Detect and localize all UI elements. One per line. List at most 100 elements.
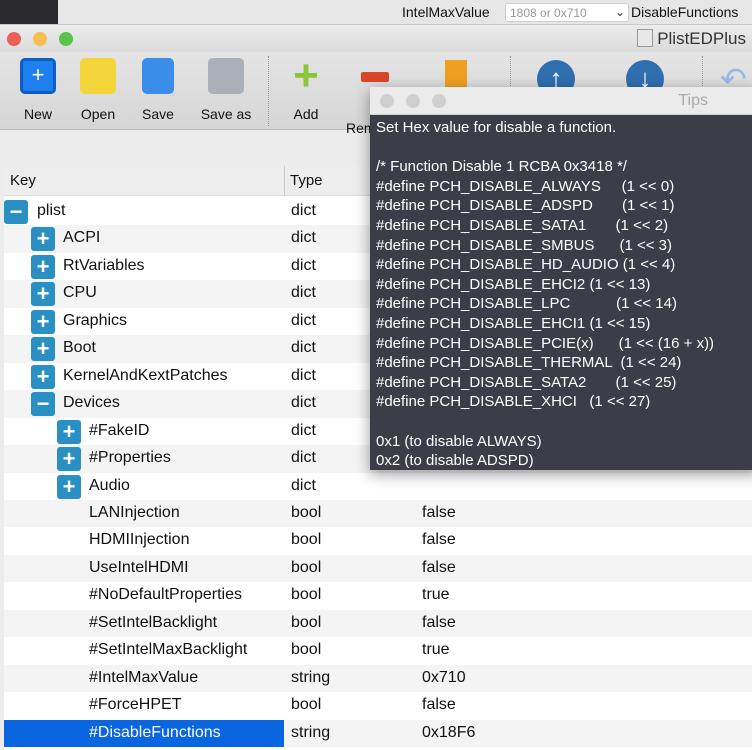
value-cell[interactable]: false (422, 531, 456, 549)
tips-text: Set Hex value for disable a function. /*… (376, 119, 715, 470)
open-button[interactable]: Open (68, 58, 128, 122)
type-cell[interactable]: bool (291, 559, 321, 577)
table-row[interactable]: + Audio dict (4, 473, 752, 501)
type-cell[interactable]: dict (291, 422, 316, 440)
table-row[interactable]: #NoDefaultProperties bool true (4, 582, 752, 610)
sort-icon[interactable] (445, 60, 467, 88)
table-row[interactable]: #SetIntelBacklight bool false (4, 609, 752, 638)
key-cell[interactable]: + KernelAndKextPatches (4, 363, 284, 391)
key-text: KernelAndKextPatches (63, 366, 228, 384)
expand-icon[interactable]: + (57, 419, 81, 444)
expand-icon[interactable]: + (31, 337, 55, 362)
key-cell[interactable]: LANInjection (4, 500, 284, 528)
key-cell[interactable]: #SetIntelMaxBacklight (4, 637, 284, 665)
expand-icon[interactable]: + (57, 447, 81, 472)
key-cell[interactable]: #IntelMaxValue (4, 665, 284, 693)
type-cell[interactable]: dict (291, 367, 316, 385)
type-cell[interactable]: dict (291, 202, 316, 220)
folder-icon (80, 58, 116, 94)
type-cell[interactable]: string (291, 669, 330, 687)
key-cell[interactable]: − plist (4, 198, 284, 226)
value-cell[interactable]: true (422, 641, 450, 659)
add-button[interactable]: + Add (276, 54, 336, 123)
type-cell[interactable]: dict (291, 312, 316, 330)
value-cell[interactable]: false (422, 504, 456, 522)
type-cell[interactable]: dict (291, 477, 316, 495)
key-cell[interactable]: HDMIInjection (4, 527, 284, 555)
separator (268, 56, 269, 126)
type-cell[interactable]: bool (291, 531, 321, 549)
table-row[interactable]: #SetIntelMaxBacklight bool true (4, 637, 752, 665)
chevron-down-icon[interactable]: ⌄ (615, 5, 625, 19)
key-text: Devices (63, 394, 120, 412)
type-cell[interactable]: dict (291, 284, 316, 302)
tips-minimize-button[interactable] (406, 94, 420, 108)
key-cell[interactable]: #NoDefaultProperties (4, 582, 284, 610)
key-text: plist (37, 202, 66, 219)
column-divider[interactable] (284, 166, 285, 196)
intel-max-value-combo[interactable]: 1808 or 0x710 ⌄ (505, 3, 629, 22)
table-row[interactable]: #ForceHPET bool false (4, 692, 752, 720)
table-row[interactable]: LANInjection bool false (4, 499, 752, 528)
collapse-icon[interactable]: − (31, 392, 55, 417)
expand-icon[interactable]: + (31, 282, 55, 307)
value-cell[interactable]: 0x18F6 (422, 724, 475, 742)
save-label: Save (142, 106, 174, 122)
table-row[interactable]: UseIntelHDMI bool false (4, 554, 752, 583)
key-cell[interactable]: + #FakeID (4, 418, 284, 446)
key-text: #FakeID (89, 421, 150, 439)
type-cell[interactable]: dict (291, 449, 316, 467)
save-as-button[interactable]: Save as (196, 58, 256, 122)
expand-icon[interactable]: + (31, 254, 55, 279)
value-cell[interactable]: false (422, 614, 456, 632)
type-cell[interactable]: string (291, 724, 330, 742)
key-text: Graphics (63, 311, 128, 329)
combo-placeholder: 1808 or 0x710 (510, 6, 587, 20)
expand-icon[interactable]: + (57, 474, 81, 499)
tips-zoom-button[interactable] (432, 94, 446, 108)
close-button[interactable] (7, 32, 21, 46)
key-text: Boot (63, 339, 96, 357)
type-cell[interactable]: bool (291, 586, 321, 604)
type-column-header[interactable]: Type (290, 172, 323, 189)
expand-icon[interactable]: + (31, 227, 55, 252)
key-text: LANInjection (89, 503, 180, 521)
type-cell[interactable]: bool (291, 696, 321, 714)
type-cell[interactable]: dict (291, 257, 316, 275)
table-row[interactable]: #IntelMaxValue string 0x710 (4, 664, 752, 693)
key-cell[interactable]: + Graphics (4, 308, 284, 336)
value-cell[interactable]: false (422, 696, 456, 714)
key-column-header[interactable]: Key (10, 172, 36, 189)
type-cell[interactable]: bool (291, 504, 321, 522)
type-cell[interactable]: dict (291, 339, 316, 357)
save-button[interactable]: Save (128, 58, 188, 122)
key-cell[interactable]: + Boot (4, 335, 284, 363)
zoom-button[interactable] (59, 32, 73, 46)
value-cell[interactable]: false (422, 559, 456, 577)
table-row[interactable]: #DisableFunctions string 0x18F6 (4, 719, 752, 748)
key-cell[interactable]: UseIntelHDMI (4, 555, 284, 583)
table-row[interactable]: HDMIInjection bool false (4, 527, 752, 555)
key-cell[interactable]: + ACPI (4, 225, 284, 253)
new-button[interactable]: + New (8, 58, 68, 122)
value-cell[interactable]: 0x710 (422, 669, 466, 687)
key-cell[interactable]: #SetIntelBacklight (4, 610, 284, 638)
minimize-button[interactable] (33, 32, 47, 46)
type-cell[interactable]: bool (291, 614, 321, 632)
key-cell[interactable]: + Audio (4, 473, 284, 501)
type-cell[interactable]: dict (291, 229, 316, 247)
key-cell[interactable]: #ForceHPET (4, 692, 284, 720)
key-text: RtVariables (63, 256, 145, 274)
expand-icon[interactable]: + (31, 364, 55, 389)
key-cell[interactable]: − Devices (4, 390, 284, 418)
expand-icon[interactable]: + (31, 309, 55, 334)
collapse-icon[interactable]: − (4, 200, 28, 224)
key-cell[interactable]: + CPU (4, 280, 284, 308)
key-cell[interactable]: + #Properties (4, 445, 284, 473)
value-cell[interactable]: true (422, 586, 450, 604)
key-cell[interactable]: #DisableFunctions (4, 719, 284, 748)
type-cell[interactable]: bool (291, 641, 321, 659)
type-cell[interactable]: dict (291, 394, 316, 412)
tips-close-button[interactable] (380, 94, 394, 108)
key-cell[interactable]: + RtVariables (4, 253, 284, 281)
